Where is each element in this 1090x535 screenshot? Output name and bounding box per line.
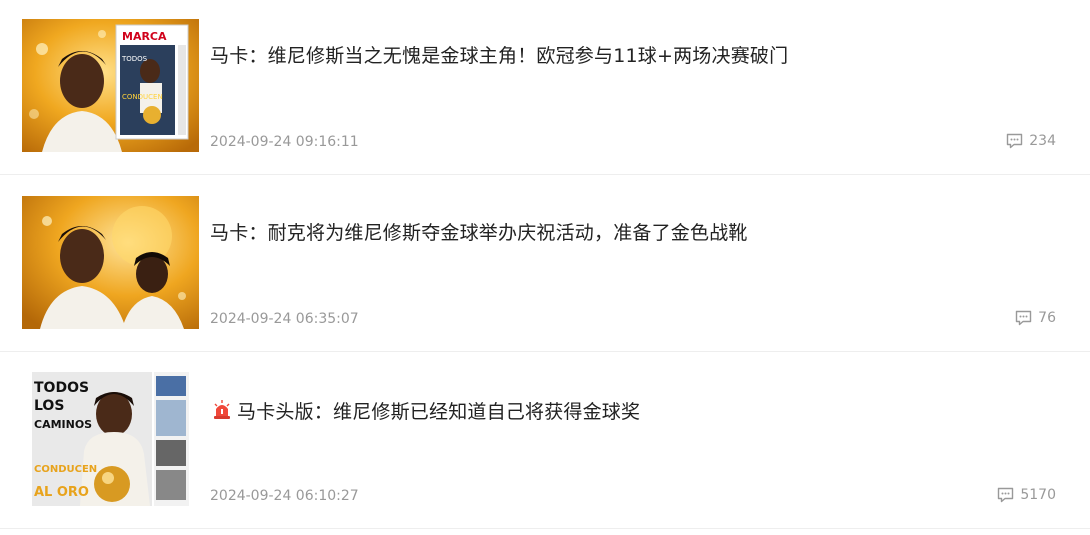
comment-icon	[1007, 133, 1023, 149]
news-date: 2024-09-24 06:10:27	[210, 488, 359, 504]
svg-text:LOS: LOS	[34, 398, 64, 414]
news-date: 2024-09-24 09:16:11	[210, 134, 359, 150]
comment-count[interactable]: 234	[1006, 133, 1056, 149]
news-title-text: 马卡头版：维尼修斯已经知道自己将获得金球奖	[237, 401, 641, 423]
news-title[interactable]: 马卡头版：维尼修斯已经知道自己将获得金球奖	[213, 397, 640, 424]
comment-count[interactable]: 5170	[997, 487, 1056, 503]
svg-text:CONDUCEN: CONDUCEN	[122, 93, 163, 101]
news-item[interactable]: MARCA TODOS CONDUCEN 马卡：维尼修斯当之无愧是金球主角！欧冠…	[0, 0, 1090, 175]
news-date: 2024-09-24 06:35:07	[210, 311, 359, 327]
news-thumbnail[interactable]	[22, 196, 199, 329]
news-feed: MARCA TODOS CONDUCEN 马卡：维尼修斯当之无愧是金球主角！欧冠…	[0, 0, 1090, 535]
comment-count-value: 5170	[1020, 487, 1056, 503]
news-item[interactable]: TODOS LOS CAMINOS CONDUCEN AL ORO 马卡头版：维…	[0, 352, 1090, 529]
svg-text:TODOS: TODOS	[34, 380, 89, 396]
news-item[interactable]: 马卡：耐克将为维尼修斯夺金球举办庆祝活动，准备了金色战靴 2024-09-24 …	[0, 175, 1090, 352]
svg-text:AL ORO: AL ORO	[34, 485, 89, 500]
comment-count[interactable]: 76	[1015, 310, 1056, 326]
comment-icon	[1015, 310, 1032, 326]
comment-icon	[998, 487, 1014, 503]
news-title[interactable]: 马卡：维尼修斯当之无愧是金球主角！欧冠参与11球+两场决赛破门	[210, 41, 788, 68]
svg-text:MARCA: MARCA	[122, 30, 167, 43]
comment-count-value: 234	[1029, 133, 1056, 149]
news-thumbnail[interactable]: MARCA TODOS CONDUCEN	[22, 19, 199, 152]
svg-text:CONDUCEN: CONDUCEN	[34, 464, 97, 475]
news-thumbnail[interactable]: TODOS LOS CAMINOS CONDUCEN AL ORO	[32, 372, 189, 506]
comment-count-value: 76	[1038, 310, 1056, 326]
news-title[interactable]: 马卡：耐克将为维尼修斯夺金球举办庆祝活动，准备了金色战靴	[210, 218, 748, 245]
svg-text:TODOS: TODOS	[121, 55, 148, 63]
siren-icon	[213, 400, 231, 420]
svg-text:CAMINOS: CAMINOS	[34, 418, 92, 431]
